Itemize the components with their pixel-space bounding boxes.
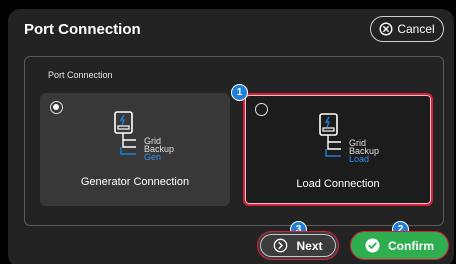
load-connection-option[interactable]: Grid Backup Load Load Connection (243, 93, 433, 206)
diagram-load-label: Load (349, 154, 370, 164)
confirm-button[interactable]: Confirm (350, 231, 449, 260)
section-label: Port Connection (48, 70, 113, 80)
generator-connection-label: Generator Connection (80, 176, 190, 188)
load-diagram: Grid Backup Load (319, 113, 379, 169)
close-circle-icon (379, 22, 393, 36)
dialog-title: Port Connection (24, 21, 141, 38)
load-radio[interactable] (255, 103, 268, 116)
confirm-button-label: Confirm (388, 238, 434, 253)
generator-connection-option[interactable]: Grid Backup Gen Generator Connection (40, 93, 230, 206)
next-button[interactable]: Next (257, 231, 339, 260)
chevron-right-circle-icon (273, 238, 288, 253)
check-circle-icon (365, 238, 380, 253)
screen: Port Connection Cancel Port Connection G… (0, 0, 456, 264)
diagram-gen-label: Gen (144, 152, 162, 162)
generator-radio[interactable] (50, 101, 63, 114)
load-connection-label: Load Connection (296, 178, 380, 190)
generator-diagram: Grid Backup Gen (114, 111, 174, 167)
annotation-badge-1: 1 (231, 84, 248, 101)
cancel-button-label: Cancel (397, 22, 435, 36)
next-button-label: Next (296, 238, 323, 253)
cancel-button[interactable]: Cancel (370, 16, 444, 42)
